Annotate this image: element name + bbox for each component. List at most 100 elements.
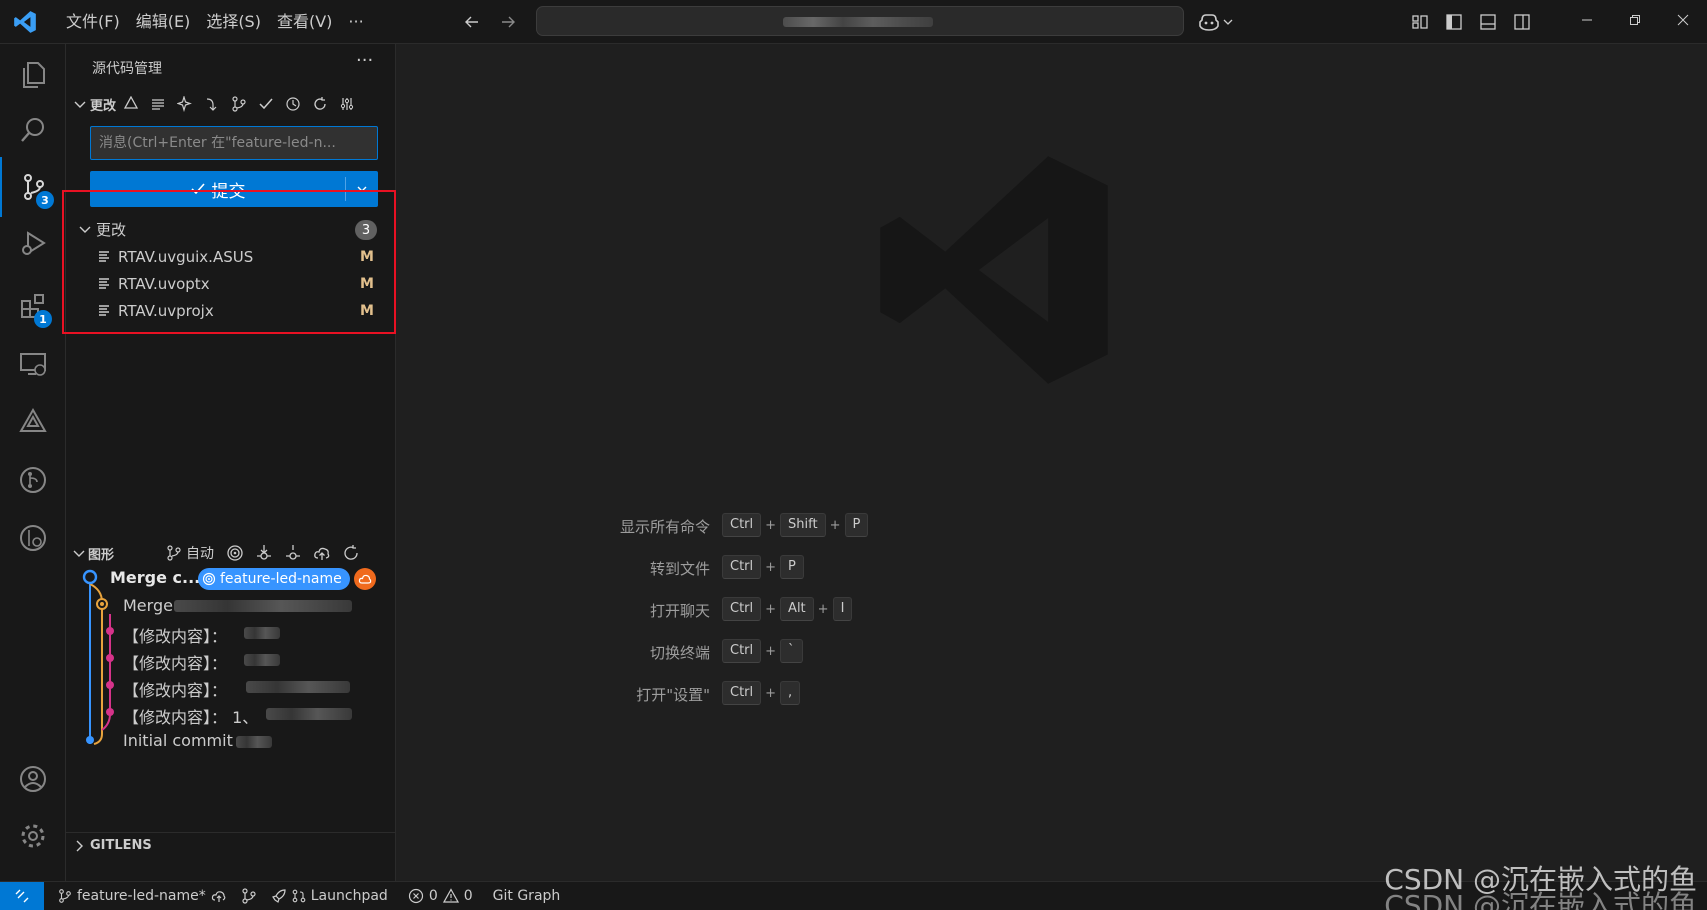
restore-button[interactable] <box>1611 0 1659 40</box>
gitlens-activity[interactable] <box>0 508 66 568</box>
copilot-button[interactable] <box>1198 8 1242 36</box>
redacted-text <box>244 654 280 666</box>
branch-tag-label: feature-led-name <box>220 571 342 587</box>
branch-compare-button[interactable] <box>226 93 251 115</box>
menu-file[interactable]: 文件(F) <box>58 7 128 37</box>
forward-button[interactable] <box>494 8 522 36</box>
source-control-activity[interactable]: 3 <box>0 157 66 217</box>
gitlens-section-header[interactable]: GITLENS <box>66 832 396 858</box>
menu-view[interactable]: 查看(V) <box>269 7 340 37</box>
graph-commit-message[interactable]: 【修改内容】： <box>123 677 227 701</box>
close-button[interactable] <box>1659 0 1707 40</box>
commit-checkmark-button[interactable] <box>253 93 278 115</box>
back-button[interactable] <box>458 8 486 36</box>
branch-status[interactable]: feature-led-name* <box>58 888 227 904</box>
account-icon <box>20 766 46 792</box>
minimize-icon <box>1582 19 1592 21</box>
git-graph-activity[interactable] <box>0 450 66 510</box>
branch-tag-feature-led-name[interactable]: feature-led-name <box>198 568 350 590</box>
graph-pull-button[interactable] <box>280 542 305 564</box>
explorer-activity[interactable] <box>0 44 66 104</box>
graph-section-header[interactable]: 图形 自动 <box>66 540 396 566</box>
minimize-button[interactable] <box>1563 0 1611 40</box>
key-cap: Shift <box>780 513 826 537</box>
command-center[interactable] <box>536 6 1184 36</box>
view-as-list-button[interactable] <box>145 93 170 115</box>
commit-message-input[interactable]: 消息(Ctrl+Enter 在"feature-led-n... <box>90 126 378 160</box>
git-branch-icon <box>59 889 71 903</box>
graph-commit-message[interactable]: 【修改内容】： <box>123 650 227 674</box>
redacted-text <box>266 708 352 720</box>
sidebar-title: 源代码管理 <box>92 61 162 77</box>
git-branch-icon <box>167 545 181 561</box>
remote-indicator[interactable] <box>0 881 44 910</box>
gitlens-toolbar-button[interactable] <box>118 93 143 115</box>
accounts-activity[interactable] <box>0 749 66 809</box>
run-debug-activity[interactable] <box>0 214 66 274</box>
vscode-logo-icon <box>14 11 36 33</box>
chevron-down-icon <box>73 550 85 557</box>
vscode-watermark-icon <box>880 156 1108 384</box>
key-cap: Ctrl <box>722 681 762 705</box>
graph-fetch-button[interactable] <box>251 542 276 564</box>
files-icon <box>23 62 45 88</box>
copilot-icon <box>1199 14 1219 31</box>
sidebar-right-icon <box>1514 14 1530 30</box>
chevron-right-icon <box>76 840 83 851</box>
ai-commit-button[interactable] <box>172 93 197 115</box>
graph-refresh-button[interactable] <box>338 542 363 564</box>
chevron-down-icon <box>1223 19 1233 25</box>
key-cap: Ctrl <box>722 555 762 579</box>
menu-more[interactable]: ··· <box>340 7 371 37</box>
gear-icon <box>21 824 45 848</box>
menu-selection[interactable]: 选择(S) <box>198 7 269 37</box>
editor-area <box>396 44 1707 881</box>
toggle-secondary-sidebar-button[interactable] <box>1508 8 1536 36</box>
stash-button[interactable] <box>199 93 224 115</box>
shortcut-row: 切换终端 Ctrl + ` <box>396 638 1056 666</box>
shortcut-row: 打开"设置" Ctrl + , <box>396 680 1056 708</box>
views-more-button[interactable]: ··· <box>356 50 373 71</box>
menu-bar: 文件(F) 编辑(E) 选择(S) 查看(V) ··· <box>58 0 372 44</box>
extensions-badge: 1 <box>34 310 52 328</box>
primary-sidebar: 源代码管理 ··· 更改 消息(Ctrl+Enter 在"feature-led… <box>66 44 396 881</box>
toggle-panel-button[interactable] <box>1474 8 1502 36</box>
graph-target-button[interactable] <box>222 542 247 564</box>
list-icon <box>151 99 164 110</box>
arrow-left-icon <box>465 16 478 28</box>
panel-bottom-icon <box>1480 14 1496 30</box>
menu-edit[interactable]: 编辑(E) <box>128 7 199 37</box>
graph-commit-message[interactable]: 【修改内容】： 1、 <box>123 704 258 728</box>
git-compare-icon <box>231 96 246 112</box>
git-pull-request-icon <box>292 889 306 903</box>
graph-commit-message[interactable]: Initial commit <box>123 731 233 750</box>
customize-layout-button[interactable] <box>1406 8 1434 36</box>
graph-auto-label[interactable]: 自动 <box>186 543 214 563</box>
ai-activity[interactable] <box>0 392 66 452</box>
graph-commit-message[interactable]: Merge c... <box>110 568 200 587</box>
remote-explorer-activity[interactable] <box>0 334 66 394</box>
close-icon <box>1677 14 1689 26</box>
redacted-text <box>246 681 350 693</box>
run-debug-icon <box>22 231 46 255</box>
graph-commit-message[interactable]: Merge <box>123 596 173 615</box>
remote-explorer-icon <box>20 353 46 376</box>
git-graph-status[interactable]: Git Graph <box>493 888 561 904</box>
scm-changes-section-header[interactable]: 更改 <box>66 92 396 116</box>
toggle-primary-sidebar-button[interactable] <box>1440 8 1468 36</box>
search-activity[interactable] <box>0 100 66 160</box>
extensions-activity[interactable]: 1 <box>0 276 66 336</box>
problems-status[interactable]: 0 0 <box>408 888 473 904</box>
manage-activity[interactable] <box>0 806 66 866</box>
refresh-button[interactable] <box>307 93 332 115</box>
launchpad-status[interactable]: Launchpad <box>271 888 388 904</box>
git-graph-label: Git Graph <box>492 888 561 904</box>
arrow-right-icon <box>502 16 515 28</box>
scm-more-actions-button[interactable] <box>334 93 359 115</box>
graph-push-button[interactable] <box>309 542 334 564</box>
key-cap: I <box>832 597 853 621</box>
error-icon <box>408 888 423 904</box>
graph-commit-message[interactable]: 【修改内容】： <box>123 623 227 647</box>
history-button[interactable] <box>280 93 305 115</box>
sync-status[interactable] <box>241 888 257 904</box>
